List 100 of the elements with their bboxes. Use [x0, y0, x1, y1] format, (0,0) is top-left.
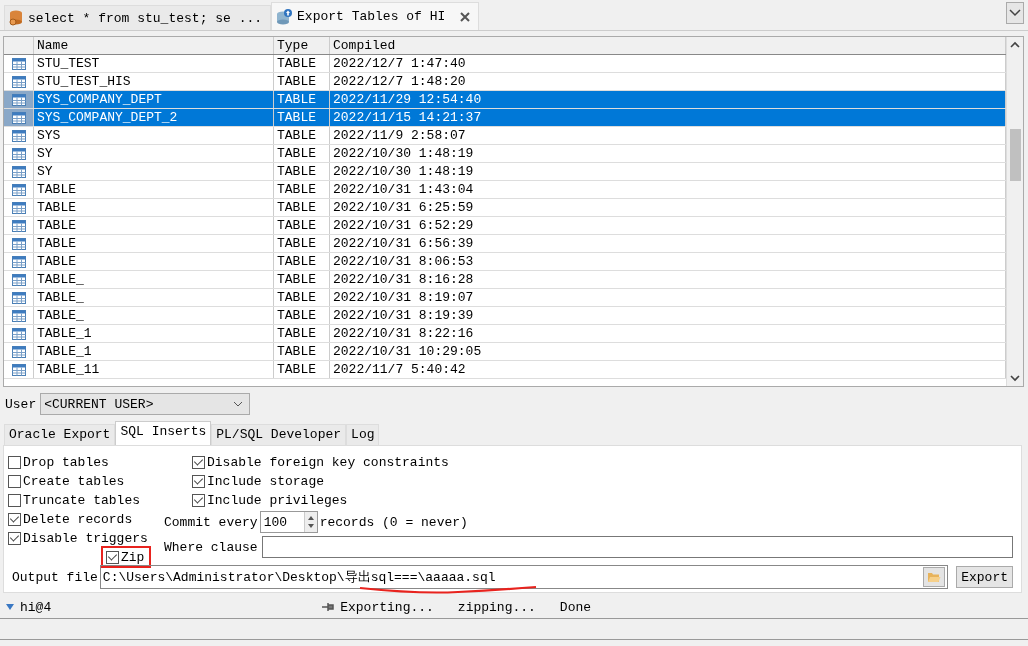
checkbox[interactable]: [106, 550, 119, 564]
table-cell: TABLE: [34, 217, 274, 234]
table-icon: [11, 57, 26, 70]
table-cell: TABLE: [274, 235, 330, 252]
checkbox-label: Include storage: [207, 473, 325, 489]
document-tab[interactable]: select * from stu_test; se ...: [4, 5, 272, 30]
table-icon: [11, 111, 26, 124]
table-cell: TABLE: [274, 109, 330, 126]
scrollbar-thumb[interactable]: [1009, 129, 1021, 181]
table-row[interactable]: TABLE_1 TABLE 2022/10/31 10:29:05: [4, 343, 1006, 361]
checkbox[interactable]: [8, 474, 21, 488]
table-row[interactable]: SY TABLE 2022/10/30 1:48:19: [4, 163, 1006, 181]
table-icon: [11, 129, 26, 142]
table-icon: [11, 201, 26, 214]
table-row[interactable]: TABLE TABLE 2022/10/31 1:43:04: [4, 181, 1006, 199]
table-row[interactable]: TABLE_1 TABLE 2022/10/31 8:22:16: [4, 325, 1006, 343]
table-cell: TABLE: [274, 127, 330, 144]
table-cell: STU_TEST: [34, 55, 274, 72]
table-cell: TABLE: [274, 181, 330, 198]
export-button[interactable]: Export: [956, 566, 1013, 588]
checkbox-label: Drop tables: [23, 454, 109, 470]
checkbox[interactable]: [8, 455, 21, 469]
table-cell: TABLE: [274, 325, 330, 342]
options-tab[interactable]: Log: [346, 424, 380, 445]
user-dropdown[interactable]: <CURRENT USER>: [40, 393, 251, 415]
table-cell: TABLE: [274, 253, 330, 270]
tab-list-button[interactable]: [1006, 2, 1024, 24]
table-cell: TABLE: [274, 343, 330, 360]
checkbox[interactable]: [192, 474, 205, 488]
table-icon: [11, 75, 26, 88]
table-cell: TABLE_: [34, 307, 274, 324]
table-row[interactable]: TABLE_11 TABLE 2022/11/7 5:40:42: [4, 361, 1006, 379]
table-row[interactable]: TABLE_ TABLE 2022/10/31 8:19:07: [4, 289, 1006, 307]
table-row[interactable]: TABLE TABLE 2022/10/31 8:06:53: [4, 253, 1006, 271]
table-cell: TABLE: [274, 289, 330, 306]
table-row[interactable]: TABLE_ TABLE 2022/10/31 8:19:39: [4, 307, 1006, 325]
table-icon: [11, 273, 26, 286]
table-row[interactable]: SYS TABLE 2022/11/9 2:58:07: [4, 127, 1006, 145]
table-cell: TABLE_11: [34, 361, 274, 378]
table-row[interactable]: SY TABLE 2022/10/30 1:48:19: [4, 145, 1006, 163]
checkbox[interactable]: [8, 512, 21, 526]
table-row[interactable]: TABLE_ TABLE 2022/10/31 8:16:28: [4, 271, 1006, 289]
table-row[interactable]: TABLE TABLE 2022/10/31 6:25:59: [4, 199, 1006, 217]
options-tab[interactable]: PL/SQL Developer: [211, 424, 347, 445]
options-tab[interactable]: Oracle Export: [4, 424, 116, 445]
chevron-down-icon: [233, 401, 244, 407]
commit-spinner[interactable]: 100: [259, 511, 318, 533]
commit-label: Commit every: [164, 514, 258, 530]
checkbox-label: Disable triggers: [23, 530, 148, 546]
table-row[interactable]: SYS_COMPANY_DEPT TABLE 2022/11/29 12:54:40: [4, 91, 1006, 109]
checkbox-label: Truncate tables: [23, 492, 141, 508]
scroll-down-icon[interactable]: [1010, 374, 1020, 382]
database-gear-icon: [9, 10, 23, 26]
table-cell: TABLE: [274, 271, 330, 288]
checkbox-label: Zip: [121, 549, 145, 565]
options-tab[interactable]: SQL Inserts: [115, 421, 212, 445]
document-tab[interactable]: Export Tables of HI: [271, 2, 480, 30]
close-icon[interactable]: [460, 11, 471, 22]
table-cell: TABLE: [274, 145, 330, 162]
table-cell: TABLE: [274, 91, 330, 108]
pin-icon: [321, 602, 336, 612]
table-cell: TABLE: [274, 199, 330, 216]
connection-label[interactable]: hi@4: [20, 599, 52, 615]
scroll-up-icon[interactable]: [1010, 41, 1020, 49]
table-row[interactable]: SYS_COMPANY_DEPT_2 TABLE 2022/11/15 14:21:37: [4, 109, 1006, 127]
table-cell: TABLE_1: [34, 325, 274, 342]
table-cell: TABLE: [34, 181, 274, 198]
table-cell: TABLE: [274, 73, 330, 90]
checkbox-label: Include privileges: [207, 492, 348, 508]
checkbox[interactable]: [8, 531, 21, 545]
where-field[interactable]: [261, 536, 1013, 558]
commit-hint: records (0 = never): [319, 514, 468, 530]
table-cell: 2022/11/29 12:54:40: [330, 91, 1006, 108]
caret-icon[interactable]: [6, 604, 14, 610]
table-row[interactable]: TABLE TABLE 2022/10/31 6:56:39: [4, 235, 1006, 253]
table-row[interactable]: TABLE TABLE 2022/10/31 6:52:29: [4, 217, 1006, 235]
column-header[interactable]: Type: [274, 37, 330, 54]
table-icon: [11, 345, 26, 358]
scrollbar[interactable]: [1006, 37, 1023, 386]
table-cell: SY: [34, 145, 274, 162]
table-icon: [11, 237, 26, 250]
where-label: Where clause: [164, 539, 258, 555]
table-icon: [11, 165, 26, 178]
table-icon: [11, 219, 26, 232]
table-cell: TABLE: [34, 199, 274, 216]
table-cell: SYS: [34, 127, 274, 144]
table-icon: [11, 93, 26, 106]
checkbox[interactable]: [192, 493, 205, 507]
status-text: Exporting...: [340, 599, 434, 615]
database-upload-icon: [276, 8, 293, 25]
table-row[interactable]: STU_TEST TABLE 2022/12/7 1:47:40: [4, 55, 1006, 73]
output-field[interactable]: C:\Users\Administrator\Desktop\导出sql===\aaaaa.sql: [99, 565, 949, 589]
table-cell: TABLE_1: [34, 343, 274, 360]
column-header[interactable]: Name: [34, 37, 274, 54]
table-icon: [11, 255, 26, 268]
table-icon: [11, 327, 26, 340]
table-cell: TABLE_: [34, 289, 274, 306]
checkbox-label: Disable foreign key constraints: [207, 454, 449, 470]
checkbox[interactable]: [192, 455, 205, 469]
checkbox[interactable]: [8, 493, 21, 507]
